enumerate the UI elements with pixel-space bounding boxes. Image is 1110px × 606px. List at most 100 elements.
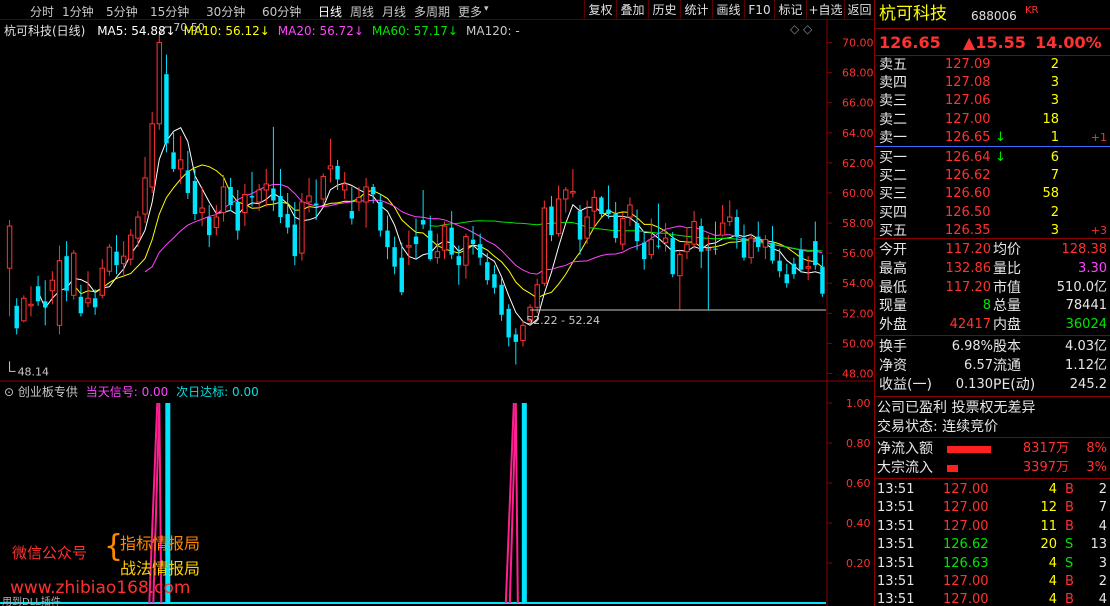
candle <box>71 250 77 300</box>
tick-side: B <box>1065 574 1074 589</box>
y-tick-label: 60.00 <box>842 187 874 200</box>
toolbar-button-8[interactable]: 返回 <box>844 0 874 20</box>
period-tab-5[interactable]: 60分钟 <box>262 3 301 20</box>
toolbar-button-6[interactable]: 标记 <box>774 0 806 20</box>
kline-chart[interactable]: 70.5048.1452.22 - 52.24 1.000.800.600.40… <box>0 20 874 606</box>
orderbook-price: 126.65 <box>945 129 991 145</box>
stat-value: 1.12亿 <box>1065 357 1107 373</box>
period-tab-1[interactable]: 1分钟 <box>62 3 94 20</box>
orderbook-volume: 18 <box>1042 111 1059 127</box>
flow-value: 8317万 <box>1022 441 1069 456</box>
toolbar-button-7[interactable]: +自选 <box>806 0 844 20</box>
period-tab-6[interactable]: 日线 <box>318 3 342 20</box>
flow-value: 3397万 <box>1022 460 1069 475</box>
tick-side: S <box>1065 555 1074 571</box>
y-tick-label: 66.00 <box>842 97 874 110</box>
range-label: 52.22 - 52.24 <box>526 314 600 327</box>
down-arrow-icon: ↓ <box>995 150 1006 165</box>
flow-bar <box>947 446 991 453</box>
orderbook-volume: 3 <box>1050 93 1059 109</box>
period-tab-4[interactable]: 30分钟 <box>206 3 245 20</box>
flow-label: 净流入额 <box>877 441 933 457</box>
profit-line: 公司已盈利 投票权无差异 <box>877 400 1036 416</box>
sub-y-tick-label: 0.80 <box>846 437 871 450</box>
period-tab-2[interactable]: 5分钟 <box>106 3 138 20</box>
stat-value: 4.03亿 <box>1065 339 1107 354</box>
stat-label: PE(动) <box>993 376 1036 393</box>
stat-label: 市值 <box>993 279 1021 296</box>
ma-label-4: MA120: - <box>466 24 520 38</box>
tick-count: 4 <box>1098 518 1107 534</box>
stat-value: 0.130 <box>955 376 993 392</box>
settings-gear-icon[interactable]: ⊙ <box>4 385 14 399</box>
toolbar-button-5[interactable]: F10 <box>744 0 774 20</box>
y-tick-label: 50.00 <box>842 337 874 350</box>
chart-options-icon[interactable]: ◇ ◇ <box>790 22 812 36</box>
stat-label: 均价 <box>993 242 1021 258</box>
watermark-corner: 用到DLL插件 <box>2 597 61 606</box>
candle <box>21 295 27 323</box>
toolbar-button-0[interactable]: 复权 <box>584 0 616 20</box>
tick-volume: 20 <box>1040 537 1057 553</box>
period-tab-10[interactable]: 更多 <box>458 3 482 20</box>
quote-panel: 杭可科技 688006 KR 126.65 ▲15.55 14.00% 卖五 12… <box>874 0 1110 606</box>
tick-volume: 11 <box>1040 518 1057 534</box>
tick-count: 3 <box>1098 555 1107 571</box>
price-change: ▲15.55 <box>963 33 1026 52</box>
tick-time: 13:51 <box>877 518 915 534</box>
stock-code: 688006 <box>971 9 1017 23</box>
ma-legend: MA5: 54.88↓ MA10: 56.12↓ MA20: 56.72↓ MA60:… <box>89 24 519 38</box>
y-tick-label: 52.00 <box>842 307 874 320</box>
stat-value: 3.30 <box>1078 260 1107 276</box>
orderbook-price: 126.35 <box>945 222 991 238</box>
toolbar-button-4[interactable]: 画线 <box>712 0 744 20</box>
period-tab-8[interactable]: 月线 <box>382 3 406 20</box>
more-dropdown-icon[interactable]: ▾ <box>484 4 489 14</box>
stat-label: 最低 <box>879 279 907 296</box>
toolbar-button-3[interactable]: 统计 <box>680 0 712 20</box>
stat-value: 117.20 <box>945 279 992 295</box>
flow-pct: 3% <box>1086 460 1107 475</box>
tick-price: 127.00 <box>943 518 989 534</box>
orderbook-volume: 2 <box>1050 204 1059 220</box>
stat-label: 收益(一) <box>879 376 932 393</box>
stat-value: 510.0亿 <box>1056 279 1107 295</box>
tick-volume: 4 <box>1048 592 1057 606</box>
orderbook-label: 卖二 <box>879 111 907 128</box>
y-tick-label: 48.00 <box>842 367 874 380</box>
toolbar-button-2[interactable]: 历史 <box>648 0 680 20</box>
flow-label: 大宗流入 <box>877 460 933 476</box>
candle <box>156 35 163 130</box>
y-tick-label: 62.00 <box>842 157 874 170</box>
period-tab-0[interactable]: 分时 <box>30 3 54 20</box>
stat-label: 内盘 <box>993 317 1021 334</box>
stat-label: 量比 <box>993 260 1021 277</box>
stat-label: 净资 <box>879 357 907 374</box>
tick-side: S <box>1065 537 1074 553</box>
period-tab-3[interactable]: 15分钟 <box>150 3 189 20</box>
tick-price: 127.00 <box>943 574 989 589</box>
main-chart-header: 杭可科技(日线) MA5: 54.88↓ MA10: 56.12↓ MA20: 56… <box>4 22 520 39</box>
stat-value: 245.2 <box>1069 376 1107 392</box>
tick-side: B <box>1065 518 1074 534</box>
low-label: 48.14 <box>18 365 49 378</box>
stat-value: 8 <box>982 298 991 314</box>
toolbar-button-1[interactable]: 叠加 <box>616 0 648 20</box>
period-tab-9[interactable]: 多周期 <box>414 3 450 20</box>
sub-y-tick-label: 0.20 <box>846 557 871 570</box>
candle <box>299 192 305 261</box>
stat-value: 42417 <box>949 317 991 333</box>
flow-pct: 8% <box>1086 441 1107 456</box>
period-tab-7[interactable]: 周线 <box>350 3 374 20</box>
tick-volume: 12 <box>1040 500 1057 516</box>
sub-chart-header: ⊙ 创业板专供 当天信号: 0.00 次日达标: 0.00 <box>4 383 259 400</box>
sub-y-tick-label: 1.00 <box>846 397 871 410</box>
tick-time: 13:51 <box>877 574 915 589</box>
stat-label: 现量 <box>879 298 907 315</box>
tick-side: B <box>1065 500 1074 516</box>
orderbook-price: 126.64 <box>945 150 991 165</box>
stat-label: 股本 <box>993 339 1021 355</box>
orderbook-label: 卖三 <box>879 93 907 110</box>
trade-state: 交易状态: 连续竞价 <box>877 419 999 435</box>
stat-label: 最高 <box>879 260 907 277</box>
